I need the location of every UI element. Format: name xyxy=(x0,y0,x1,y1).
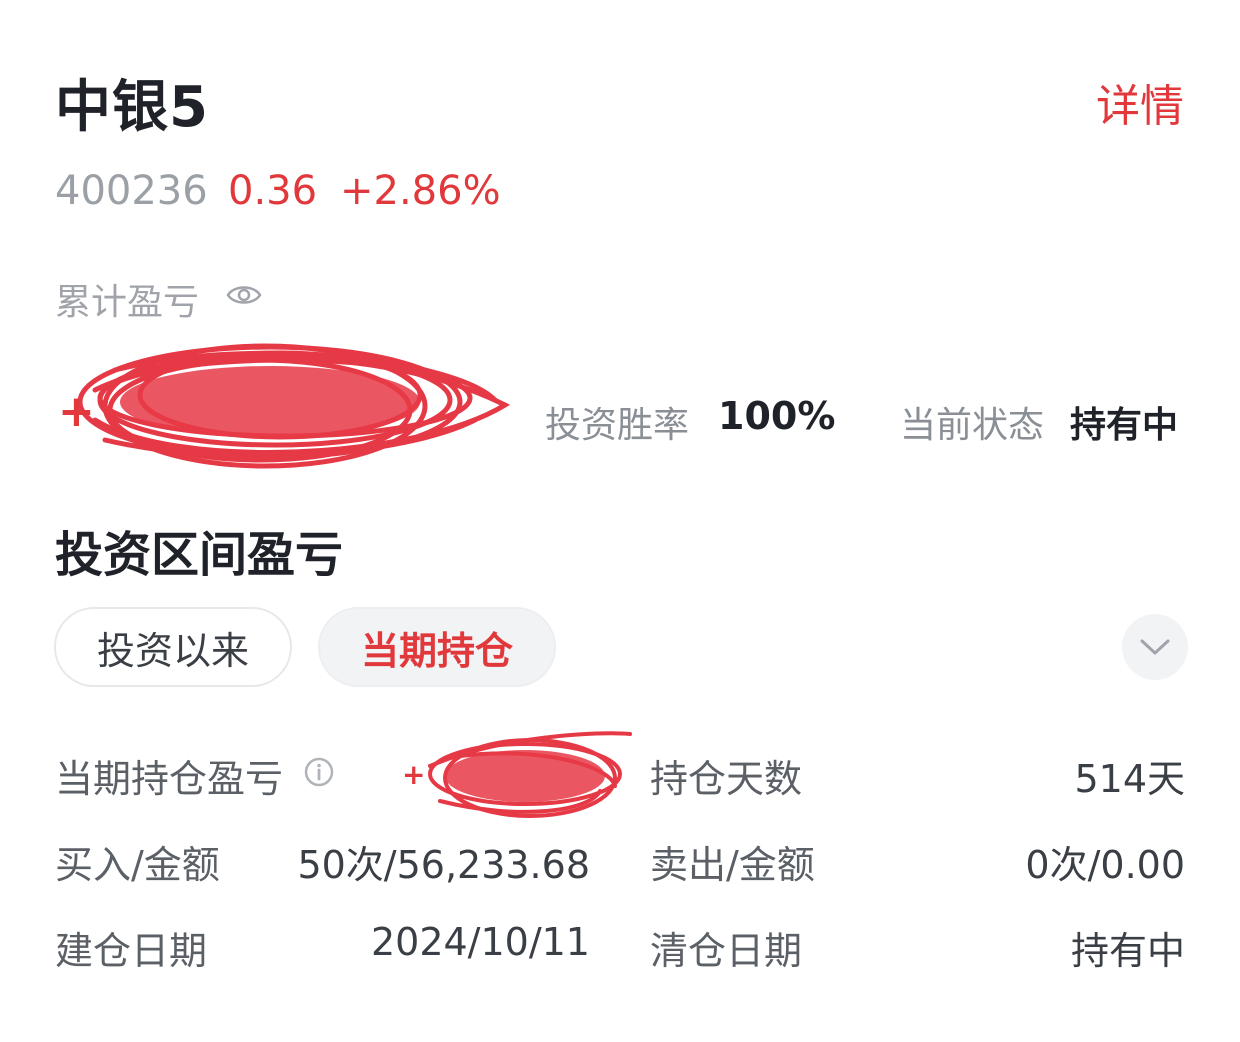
sell-amount-value: 0次/0.00 xyxy=(1025,843,1185,887)
interval-pnl-title: 投资区间盈亏 xyxy=(55,527,344,583)
current-status-value: 持有中 xyxy=(1070,405,1179,446)
holding-pnl-label: 当期持仓盈亏 xyxy=(55,757,284,801)
stock-code: 400236 xyxy=(55,168,208,214)
expand-button[interactable] xyxy=(1122,614,1188,680)
buy-amount-label: 买入/金额 xyxy=(55,843,220,887)
win-rate-label: 投资胜率 xyxy=(545,405,690,446)
sell-amount-label: 卖出/金额 xyxy=(650,843,815,887)
eye-icon[interactable] xyxy=(226,280,262,310)
holding-pnl-sign: + xyxy=(402,758,426,791)
stock-name-title: 中银5 xyxy=(55,75,209,140)
tab-current-holding[interactable]: 当期持仓 xyxy=(318,607,556,687)
buy-amount-value: 50次/56,233.68 xyxy=(297,843,590,887)
chevron-down-icon xyxy=(1140,639,1170,655)
details-link[interactable]: 详情 xyxy=(1096,70,1184,134)
redacted-scribble-small xyxy=(428,731,632,818)
stock-price: 0.36 xyxy=(228,168,318,214)
cumulative-pnl-label: 累计盈亏 xyxy=(55,282,200,323)
close-date-label: 清仓日期 xyxy=(650,929,803,973)
open-date-value: 2024/10/11 xyxy=(370,920,590,964)
holding-days-label: 持仓天数 xyxy=(650,757,803,801)
redacted-scribble xyxy=(77,343,511,469)
holding-days-value: 514天 xyxy=(1074,757,1185,801)
win-rate-value: 100% xyxy=(718,394,836,438)
tab-since-investment[interactable]: 投资以来 xyxy=(54,607,292,687)
stock-change-percent: +2.86% xyxy=(340,168,501,214)
open-date-label: 建仓日期 xyxy=(55,929,208,973)
close-date-value: 持有中 xyxy=(1070,929,1185,973)
position-detail-page: 中银5 详情 400236 0.36 +2.86% 累计盈亏 + 投资胜率 10… xyxy=(0,0,1240,1042)
cumulative-pnl-sign: + xyxy=(58,386,95,437)
current-status-label: 当前状态 xyxy=(900,405,1045,446)
info-icon[interactable] xyxy=(303,756,335,788)
